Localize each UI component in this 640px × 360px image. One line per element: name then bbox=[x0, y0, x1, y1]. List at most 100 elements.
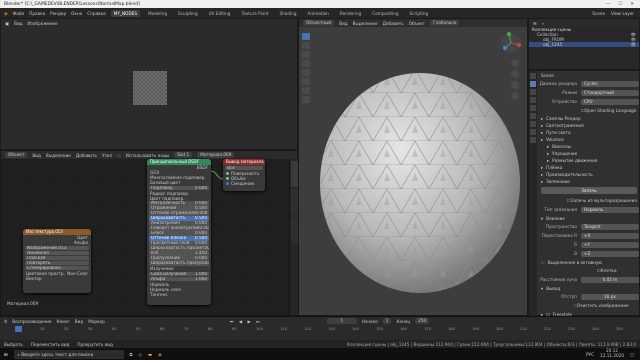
timeline-tick-label: 170 bbox=[424, 327, 431, 331]
render-section-panel[interactable]: ▸ Запекание bbox=[537, 178, 640, 185]
selected-to-active-subpanel[interactable]: ☑ Выделенное в активную bbox=[537, 258, 640, 266]
outliner-search-icon[interactable]: ⌕ bbox=[542, 21, 544, 26]
workspace-tab-shading[interactable]: Shading bbox=[277, 10, 300, 17]
sidebar-tab-view[interactable] bbox=[291, 217, 298, 243]
object-tab-icon[interactable] bbox=[530, 121, 536, 127]
bsdf-to-surface-link bbox=[210, 170, 224, 180]
swizzle-b-dropdown[interactable]: +Z bbox=[581, 250, 639, 257]
viewport-menu-object[interactable]: Объект bbox=[409, 21, 425, 26]
render-section-panel[interactable]: ▸ Сэмплы Рендер bbox=[537, 115, 640, 122]
measure-tool-icon[interactable] bbox=[302, 96, 310, 103]
workspace-tab-modeling[interactable]: Modeling bbox=[145, 10, 170, 17]
feature-set-dropdown[interactable]: Стандартный bbox=[581, 89, 639, 96]
workspace-tab-rendering[interactable]: Rendering bbox=[337, 10, 364, 17]
timeline-tick-label: 110 bbox=[280, 327, 287, 331]
workspace-tab-scripting[interactable]: Scripting bbox=[407, 10, 432, 17]
workspace-tab-sculpting[interactable]: Sculpting bbox=[175, 10, 201, 17]
editor-type-icon[interactable]: ▣ bbox=[5, 21, 9, 26]
material-tab-icon[interactable] bbox=[530, 137, 536, 143]
viewport-menu-add[interactable]: Добавить bbox=[383, 21, 404, 26]
minimize-button[interactable]: — bbox=[606, 2, 610, 7]
render-tab-icon[interactable] bbox=[530, 81, 536, 87]
render-section-panel[interactable]: ▸ Плёнка bbox=[537, 164, 640, 171]
world-tab-icon[interactable] bbox=[530, 113, 536, 119]
render-section-panel[interactable]: ▸ Volumes bbox=[537, 136, 640, 143]
transform-tool-icon[interactable] bbox=[302, 78, 310, 85]
workspace-tab-my-nodes[interactable]: MY_NODES bbox=[110, 9, 140, 17]
menu-help[interactable]: Справка bbox=[87, 11, 105, 16]
modifier-tab-icon[interactable] bbox=[530, 129, 536, 135]
render-section-panel[interactable]: ▸ Размытие движения bbox=[537, 157, 640, 164]
transform-orientation-selector[interactable]: Глобально bbox=[430, 20, 460, 26]
task-view-icon[interactable]: ⧉ bbox=[130, 352, 133, 357]
blender-logo-icon[interactable]: ◉ bbox=[4, 11, 8, 16]
timeline-tick-label: 250 bbox=[616, 327, 623, 331]
normal-space-dropdown[interactable]: Tangent bbox=[581, 223, 639, 230]
device-dropdown[interactable]: CPU bbox=[581, 98, 639, 105]
geodesic-sphere-mesh[interactable] bbox=[317, 69, 523, 301]
blender-taskbar-icon[interactable]: ◉ bbox=[158, 352, 162, 357]
outliner-item-obj-1245[interactable]: obj_1245 👁 bbox=[529, 42, 639, 47]
margin-field[interactable]: 16 px bbox=[581, 293, 639, 300]
swizzle-g-dropdown[interactable]: +Y bbox=[581, 241, 639, 248]
sidebar-tab-node[interactable] bbox=[291, 161, 298, 187]
browser-icon[interactable]: ◎ bbox=[139, 352, 143, 357]
notifications-icon[interactable]: ▢ bbox=[630, 352, 634, 357]
swizzle-r-row: Перестановка R +X bbox=[537, 231, 640, 240]
zoom-icon[interactable] bbox=[511, 59, 519, 67]
image-menu-image[interactable]: Изображение bbox=[27, 21, 57, 26]
menu-edit[interactable]: Правка bbox=[29, 11, 45, 16]
menu-window[interactable]: Окно bbox=[71, 11, 82, 16]
windows-start-icon[interactable]: ⊞ bbox=[4, 352, 8, 357]
taskbar-search-box[interactable]: ⌕ Введите здесь текст для поиска bbox=[13, 349, 124, 359]
close-button[interactable]: ✕ bbox=[630, 2, 634, 7]
playhead[interactable] bbox=[15, 326, 22, 332]
viewport-menu-view[interactable]: Вид bbox=[339, 21, 348, 26]
image-canvas-thumbnail[interactable] bbox=[133, 71, 167, 105]
scene-selector[interactable]: Scene bbox=[592, 11, 605, 16]
view-layer-tab-icon[interactable] bbox=[530, 97, 536, 103]
menu-render[interactable]: Рендер bbox=[50, 11, 66, 16]
bake-button[interactable]: Запечь bbox=[541, 187, 637, 194]
annotate-tool-icon[interactable] bbox=[302, 87, 310, 94]
menu-file[interactable]: Файл bbox=[13, 11, 25, 16]
scene-tab-icon[interactable] bbox=[530, 105, 536, 111]
output-subpanel[interactable]: ▾ Вывод bbox=[537, 284, 640, 292]
taskbar-clock[interactable]: 20:12 12.11.2020 bbox=[600, 349, 624, 358]
image-menu-view[interactable]: Вид bbox=[14, 21, 23, 26]
navigation-gizmo[interactable] bbox=[499, 31, 523, 55]
render-section-panel[interactable]: ▸ Производительность bbox=[537, 171, 640, 178]
workspace-tab-compositing[interactable]: Compositing bbox=[369, 10, 401, 17]
sidebar-tab-tool[interactable] bbox=[291, 189, 298, 215]
workspace-tab-texture-paint[interactable]: Texture Paint bbox=[238, 10, 271, 17]
viewport-menu-select[interactable]: Выделение bbox=[353, 21, 378, 26]
outliner-type-icon[interactable]: ☰ bbox=[533, 21, 537, 26]
maximize-button[interactable]: ☐ bbox=[618, 2, 622, 7]
render-section-panel[interactable]: ▸ Упрощение bbox=[537, 150, 640, 157]
move-tool-icon[interactable] bbox=[302, 51, 310, 58]
render-section-panel[interactable]: ▸ Светоотражения bbox=[537, 122, 640, 129]
bake-type-dropdown[interactable]: Нормаль bbox=[581, 206, 639, 213]
render-section-panel[interactable]: ▸ Вокселы bbox=[537, 143, 640, 150]
extrusion-field[interactable]: 0.02 m bbox=[581, 276, 639, 283]
render-engine-dropdown[interactable]: Cycles bbox=[581, 80, 639, 87]
file-explorer-icon[interactable]: ▬ bbox=[148, 352, 152, 357]
interaction-mode-selector[interactable]: Объектный bbox=[303, 20, 335, 26]
view-layer-selector[interactable]: View Layer bbox=[611, 11, 634, 16]
rotate-tool-icon[interactable] bbox=[302, 60, 310, 67]
workspace-tab-animation[interactable]: Animation bbox=[305, 10, 332, 17]
selected-to-active-checkbox[interactable]: ☑ bbox=[541, 260, 545, 265]
swizzle-r-dropdown[interactable]: +X bbox=[581, 232, 639, 239]
select-tool-icon[interactable] bbox=[302, 33, 310, 40]
render-section-panel[interactable]: ▸ Пути света bbox=[537, 129, 640, 136]
visibility-eye-icon[interactable]: 👁 bbox=[631, 42, 636, 47]
timeline-ruler[interactable]: 0102030405060708090100110120130140150160… bbox=[0, 317, 640, 341]
tool-tab-icon[interactable] bbox=[530, 73, 536, 79]
output-tab-icon[interactable] bbox=[530, 89, 536, 95]
influence-subpanel[interactable]: ▾ Влияние bbox=[537, 214, 640, 222]
scale-tool-icon[interactable] bbox=[302, 69, 310, 76]
cursor-tool-icon[interactable] bbox=[302, 42, 310, 49]
timeline-tick-label: 40 bbox=[112, 327, 117, 331]
workspace-tab-uv-editing[interactable]: UV Editing bbox=[206, 10, 234, 17]
language-indicator[interactable]: РУС bbox=[586, 352, 594, 357]
